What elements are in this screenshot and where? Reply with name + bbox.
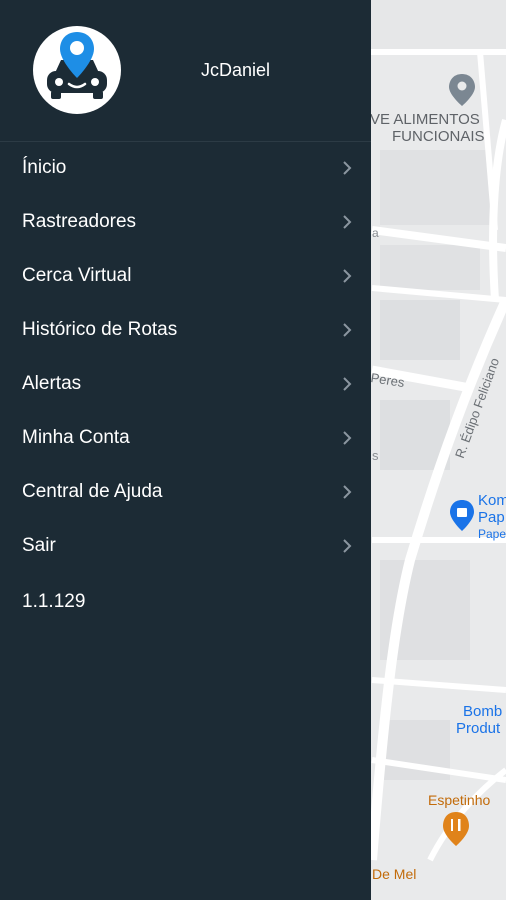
menu-item-label: Cerca Virtual: [22, 265, 132, 286]
menu-item-minha-conta[interactable]: Minha Conta: [0, 411, 371, 465]
map-label-pap: Pap: [478, 509, 505, 526]
chevron-right-icon: [343, 539, 352, 553]
menu-item-alertas[interactable]: Alertas: [0, 357, 371, 411]
menu-item-label: Ínicio: [22, 157, 67, 178]
map-label-pape: Pape: [478, 527, 506, 541]
chevron-right-icon: [343, 485, 352, 499]
avatar[interactable]: [33, 26, 121, 114]
menu-item-historico-de-rotas[interactable]: Histórico de Rotas: [0, 303, 371, 357]
map-label-bomb: Bomb: [463, 703, 503, 720]
chevron-right-icon: [343, 323, 352, 337]
map-label-alimentos: VE ALIMENTOS FUNCIONAIS: [370, 111, 485, 145]
chevron-right-icon: [343, 269, 352, 283]
chevron-right-icon: [343, 215, 352, 229]
menu-item-rastreadores[interactable]: Rastreadores: [0, 195, 371, 249]
chevron-right-icon: [343, 431, 352, 445]
chevron-right-icon: [343, 161, 352, 175]
menu-item-sair[interactable]: Sair: [0, 519, 371, 573]
map-label-espetinho: Espetinho: [428, 792, 491, 808]
map-label-kom: Kom: [478, 492, 506, 509]
menu-item-inicio[interactable]: Ínicio: [0, 141, 371, 195]
menu-item-central-de-ajuda[interactable]: Central de Ajuda: [0, 465, 371, 519]
map-label-street-a: a: [372, 226, 379, 240]
menu-item-label: Rastreadores: [22, 211, 137, 232]
side-drawer: JcDaniel Ínicio Rastreadores Cerca Virtu…: [0, 0, 371, 900]
menu-item-label: Central de Ajuda: [22, 481, 163, 502]
menu-item-label: Minha Conta: [22, 427, 130, 448]
menu-item-cerca-virtual[interactable]: Cerca Virtual: [0, 249, 371, 303]
username: JcDaniel: [201, 60, 271, 80]
drawer-menu: Ínicio Rastreadores Cerca Virtual Histór…: [0, 141, 371, 573]
map-label-de-mel: De Mel: [372, 866, 417, 882]
tracker-car-logo-icon: [47, 32, 107, 99]
menu-item-label: Alertas: [22, 373, 82, 394]
map-label-s: s: [372, 448, 379, 463]
menu-item-label: Histórico de Rotas: [22, 319, 178, 340]
chevron-right-icon: [343, 377, 352, 391]
map-label-produt: Produt: [456, 720, 501, 737]
drawer-header: JcDaniel: [0, 0, 371, 142]
app-version: 1.1.129: [22, 591, 86, 612]
menu-item-label: Sair: [22, 535, 56, 556]
